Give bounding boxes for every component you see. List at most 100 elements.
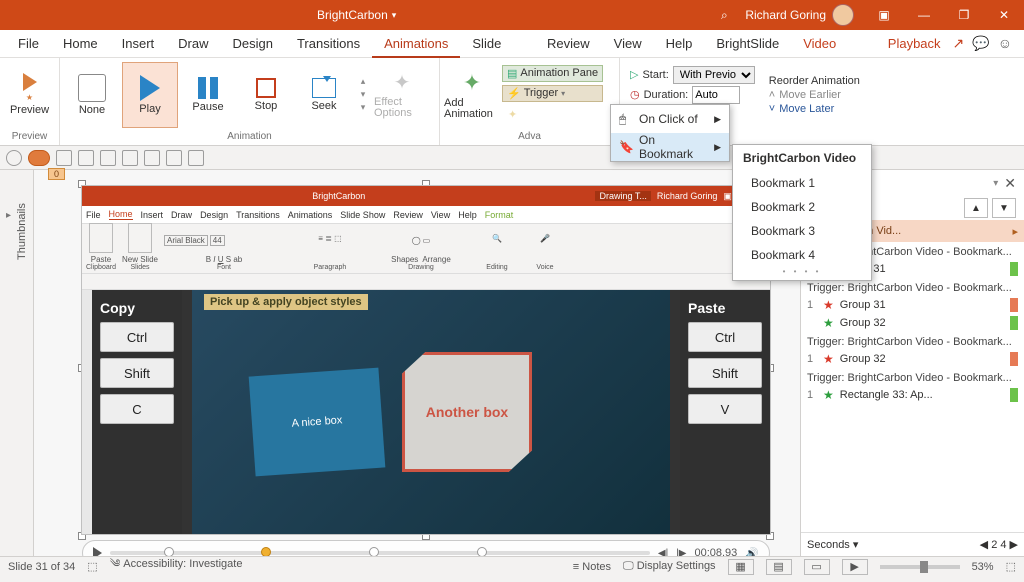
tab-review[interactable]: Review (535, 30, 602, 58)
language-indicator[interactable]: ⬚ (87, 560, 97, 573)
restore-icon[interactable]: ❐ (944, 0, 984, 30)
trigger-on-click[interactable]: 🖱On Click of▶ (611, 105, 729, 133)
group-label-animation: Animation (64, 129, 435, 145)
key-c: C (100, 394, 174, 424)
zoom-level[interactable]: 53% (972, 561, 994, 573)
trigger-button[interactable]: ⚡Trigger▾ (502, 85, 603, 102)
timeline-mode[interactable]: Seconds ▾ (807, 538, 858, 551)
tab-insert[interactable]: Insert (110, 30, 167, 58)
trigger-on-bookmark[interactable]: 🔖On Bookmark▶ (611, 133, 729, 161)
move-later[interactable]: ˅Move Later (769, 103, 860, 115)
tab-brightslide[interactable]: BrightSlide (704, 30, 791, 58)
tab-animations[interactable]: Animations (372, 30, 460, 58)
tab-video-format[interactable]: Video Format (791, 30, 876, 58)
animation-item[interactable]: 1★Rectangle 33: Ap... (801, 386, 1024, 404)
tab-help[interactable]: Help (654, 30, 705, 58)
animation-item[interactable]: 1★Group 31 (801, 296, 1024, 314)
add-animation[interactable]: ✦Add Animation (444, 62, 500, 128)
group-label-advanced: Adva (444, 129, 615, 145)
accessibility-button[interactable]: ༄ Accessibility: Investigate (110, 551, 243, 582)
embed-qat (82, 274, 770, 290)
anim-none[interactable]: None (64, 62, 120, 128)
qat-item[interactable] (56, 150, 72, 166)
key-ctrl: Ctrl (100, 322, 174, 352)
trigger-menu: 🖱On Click of▶ 🔖On Bookmark▶ (610, 104, 730, 162)
qat-item[interactable] (166, 150, 182, 166)
move-up-button[interactable]: ▲ (964, 198, 988, 218)
another-box-shape[interactable]: Another box (402, 352, 532, 472)
key-shift: Shift (688, 358, 762, 388)
embedded-video-object[interactable]: BrightCarbon Drawing T... Richard Goring… (82, 186, 770, 534)
start-select[interactable]: With Previous (673, 66, 755, 84)
timeline-nav[interactable]: ◀ 2 4 ▶ (980, 538, 1018, 551)
slide-canvas[interactable]: 0 BrightCarbon Drawing T... Richard Gori… (34, 170, 800, 556)
qat-item[interactable] (100, 150, 116, 166)
embed-slide-content: Pick up & apply object styles A nice box… (192, 290, 670, 534)
pane-close-icon[interactable]: ✕ (1004, 175, 1016, 192)
document-title[interactable]: BrightCarbon▾ (313, 8, 400, 22)
anim-gallery-more[interactable]: ▴▾▾ (354, 76, 372, 113)
animation-item[interactable]: ★Group 32 (801, 314, 1024, 332)
qat-item[interactable] (28, 150, 50, 166)
thumbnails-panel[interactable]: Thumbnails ▸ (0, 170, 34, 556)
zoom-slider[interactable] (880, 565, 960, 569)
qat-item[interactable] (144, 150, 160, 166)
notes-button[interactable]: ≡ Notes (573, 561, 611, 573)
display-settings-button[interactable]: 🖵 Display Settings (623, 560, 716, 573)
copy-keys-panel: Copy Ctrl Shift C (92, 290, 182, 534)
ribbon-display-options-icon[interactable]: ▣ (864, 0, 904, 30)
normal-view-icon[interactable]: ▦ (728, 559, 754, 575)
animation-pane-button[interactable]: ▤Animation Pane (502, 65, 603, 82)
qat-item[interactable] (6, 150, 22, 166)
bookmark-4[interactable]: Bookmark 4 (733, 243, 871, 267)
bookmark-1[interactable]: Bookmark 1 (733, 171, 871, 195)
hint-banner: Pick up & apply object styles (204, 294, 368, 310)
move-down-button[interactable]: ▼ (992, 198, 1016, 218)
sorter-view-icon[interactable]: ▤ (766, 559, 792, 575)
tab-design[interactable]: Design (221, 30, 285, 58)
anim-play[interactable]: Play (122, 62, 178, 128)
tab-file[interactable]: File (6, 30, 51, 58)
animation-painter[interactable]: ✦ (502, 105, 603, 125)
account-button[interactable]: Richard Goring (735, 4, 864, 26)
share-icon[interactable]: ↗ (953, 35, 965, 52)
reading-view-icon[interactable]: ▭ (804, 559, 830, 575)
animation-item[interactable]: 1★Group 32 (801, 350, 1024, 368)
qat-item[interactable] (78, 150, 94, 166)
duration-input[interactable] (692, 86, 740, 104)
tab-draw[interactable]: Draw (166, 30, 220, 58)
tab-view[interactable]: View (602, 30, 654, 58)
embed-titlebar: BrightCarbon Drawing T... Richard Goring… (82, 186, 770, 206)
qat-item[interactable] (122, 150, 138, 166)
reorder-header: Reorder Animation (769, 75, 860, 87)
bookmark-3[interactable]: Bookmark 3 (733, 219, 871, 243)
anim-seek[interactable]: Seek (296, 62, 352, 128)
bookmark-2[interactable]: Bookmark 2 (733, 195, 871, 219)
move-earlier: ˄Move Earlier (769, 89, 860, 101)
qat-item[interactable] (188, 150, 204, 166)
anim-stop[interactable]: Stop (238, 62, 294, 128)
search-icon[interactable]: ⌕ (713, 8, 735, 23)
anim-pause[interactable]: Pause (180, 62, 236, 128)
effect-options: ✦Effect Options (374, 62, 430, 128)
tab-playback[interactable]: Playback (876, 30, 953, 58)
tab-slideshow[interactable]: Slide Show (460, 30, 535, 58)
embed-ribbon: PasteClipboard New SlideSlides Arial Bla… (82, 224, 770, 274)
group-label-preview: Preview (4, 129, 55, 145)
slide-counter[interactable]: Slide 31 of 34 (8, 561, 75, 573)
pane-dropdown-icon[interactable]: ▾ (993, 178, 998, 189)
slideshow-view-icon[interactable]: ▶ (842, 559, 868, 575)
title-bar: BrightCarbon▾ ⌕ Richard Goring ▣ — ❐ ✕ (0, 0, 1024, 30)
start-label: Start: (642, 69, 668, 81)
minimize-icon[interactable]: — (904, 0, 944, 30)
smiley-icon[interactable]: ☺ (998, 35, 1012, 52)
nice-box-shape: A nice box (249, 368, 386, 477)
embed-stage: Copy Ctrl Shift C Pick up & apply object… (82, 290, 770, 534)
tab-home[interactable]: Home (51, 30, 110, 58)
preview-button[interactable]: ★Preview (4, 62, 55, 128)
fit-to-window-icon[interactable]: ⬚ (1006, 560, 1016, 573)
comments-icon[interactable]: 💬 (972, 35, 989, 52)
key-shift: Shift (100, 358, 174, 388)
tab-transitions[interactable]: Transitions (285, 30, 372, 58)
close-icon[interactable]: ✕ (984, 0, 1024, 30)
